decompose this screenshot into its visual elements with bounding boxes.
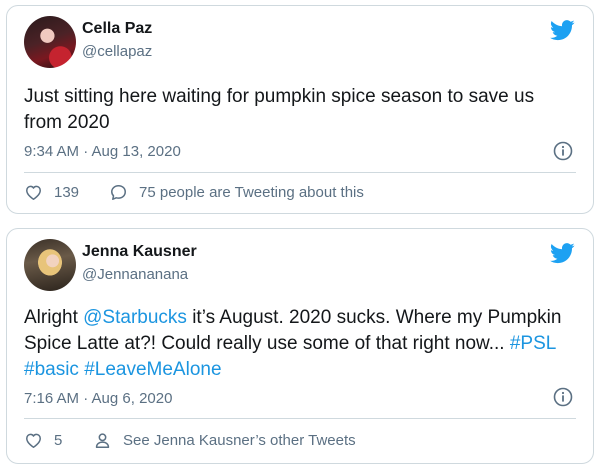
mention-link[interactable]: @Starbucks [83, 307, 187, 328]
person-icon [95, 433, 110, 448]
tweeting-about-link[interactable]: 75 people are Tweeting about this [109, 183, 364, 202]
divider [24, 418, 576, 419]
author-name[interactable]: Cella Paz [82, 20, 152, 38]
hashtag-link[interactable]: #basic [24, 359, 79, 380]
author-name[interactable]: Jenna Kausner [82, 243, 197, 261]
tweet-card[interactable]: Cella Paz @cellapaz Just sitting here wa… [6, 5, 594, 214]
other-tweets-label: See Jenna Kausner’s other Tweets [123, 432, 356, 449]
tweeting-about-label: 75 people are Tweeting about this [139, 184, 364, 201]
twitter-bird-icon[interactable] [550, 243, 575, 264]
info-icon[interactable] [553, 141, 573, 161]
tweet-timestamp[interactable]: 9:34 AM · Aug 13, 2020 [24, 143, 181, 160]
twitter-bird-icon[interactable] [550, 20, 575, 41]
speech-bubble-icon [111, 185, 126, 200]
like-count: 139 [54, 184, 80, 201]
like-button[interactable]: 139 [24, 183, 79, 202]
author-handle[interactable]: @Jennananana [82, 266, 188, 283]
info-icon[interactable] [553, 387, 573, 407]
tweet-text: Alright @Starbucks it’s August. 2020 suc… [24, 305, 569, 383]
tweet-text-segment: Alright [24, 307, 84, 328]
hashtag-link[interactable]: #LeaveMeAlone [84, 359, 221, 380]
like-button[interactable]: 5 [24, 431, 62, 450]
tweet-card[interactable]: Jenna Kausner @Jennananana Alright @Star… [6, 228, 594, 464]
divider [24, 172, 576, 173]
tweet-feed: Cella Paz @cellapaz Just sitting here wa… [0, 0, 600, 469]
tweet-text: Just sitting here waiting for pumpkin sp… [24, 86, 535, 133]
like-count: 5 [54, 432, 63, 449]
heart-icon [26, 185, 41, 200]
avatar[interactable] [24, 16, 76, 68]
other-tweets-link[interactable]: See Jenna Kausner’s other Tweets [93, 431, 356, 450]
avatar[interactable] [24, 239, 76, 291]
author-handle[interactable]: @cellapaz [82, 43, 152, 60]
tweet-timestamp[interactable]: 7:16 AM · Aug 6, 2020 [24, 390, 172, 407]
heart-icon [26, 433, 41, 448]
hashtag-link[interactable]: #PSL [510, 333, 556, 354]
